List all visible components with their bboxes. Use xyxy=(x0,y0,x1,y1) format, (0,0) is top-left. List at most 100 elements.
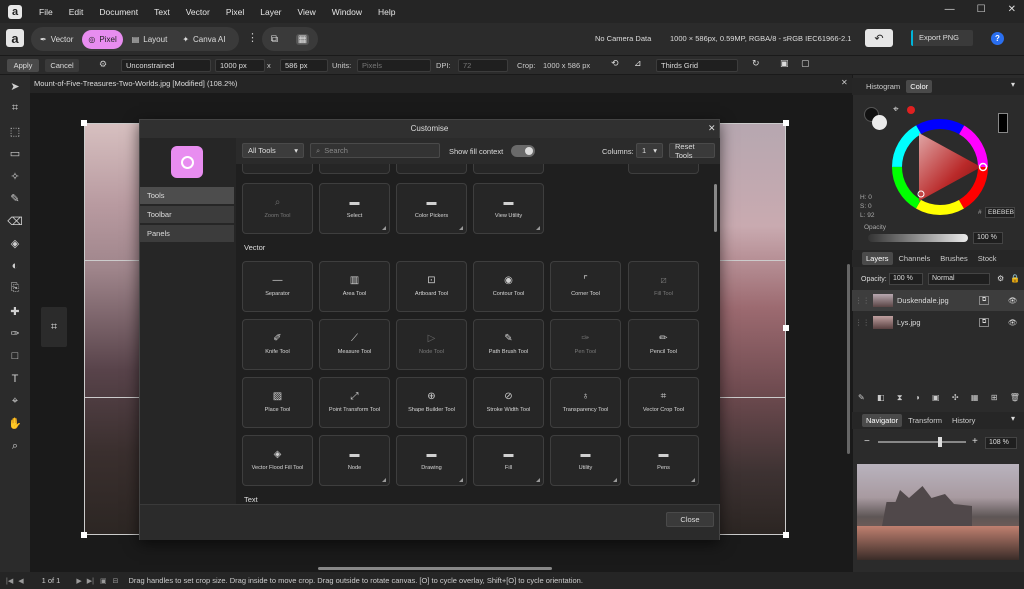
tool-card-select[interactable]: ▬ Select xyxy=(319,183,390,234)
reset-crop-icon[interactable]: ↻ xyxy=(752,58,760,69)
dialog-close-icon[interactable]: ✕ xyxy=(708,123,716,134)
opacity-field[interactable]: 100 % xyxy=(973,232,1003,244)
tool-card[interactable] xyxy=(242,164,313,174)
persona-layout[interactable]: ▤ Layout xyxy=(126,30,174,49)
tab-channels[interactable]: Channels xyxy=(895,252,935,265)
crop-handle[interactable] xyxy=(81,532,87,538)
tool-card-transparency[interactable]: ♁ Transparency Tool xyxy=(550,377,621,428)
grid-icon[interactable]: ▦ xyxy=(295,33,310,45)
rotate-crop-icon[interactable]: ⟲ xyxy=(611,58,619,69)
apply-button[interactable]: Apply xyxy=(7,59,39,72)
units-select[interactable]: Pixels xyxy=(357,59,431,72)
drag-handle-icon[interactable]: ⋮⋮ xyxy=(855,318,870,327)
zoom-out-icon[interactable]: − xyxy=(864,436,870,447)
floating-crop-tool-icon[interactable]: ⌗ xyxy=(41,307,67,347)
close-button[interactable]: Close xyxy=(666,512,714,527)
next-page-icon[interactable]: ▶ xyxy=(76,577,81,585)
tab-transform[interactable]: Transform xyxy=(904,414,946,427)
navigator-menu-icon[interactable]: ▾ xyxy=(1011,414,1015,423)
snapping-icon[interactable]: ⧉ xyxy=(271,34,278,45)
delete-layer-icon[interactable]: 🗑 xyxy=(1010,393,1020,405)
tool-card-fill[interactable]: ⧄ Fill Tool xyxy=(628,261,699,312)
crop-mode-select[interactable]: Unconstrained xyxy=(121,59,211,72)
crop-settings-icon[interactable]: ⚙ xyxy=(99,59,107,70)
layer-opacity-field[interactable]: 100 % xyxy=(889,273,923,285)
sidebar-item-tools[interactable]: Tools xyxy=(140,187,234,204)
menu-file[interactable]: File xyxy=(31,7,61,17)
layer-mask-icon[interactable]: ⧉ xyxy=(979,296,990,305)
persona-canva-ai[interactable]: ✦ Canva AI xyxy=(176,30,231,49)
drag-handle-icon[interactable]: ⋮⋮ xyxy=(855,296,870,305)
tool-card[interactable] xyxy=(628,164,699,174)
brush-tool-icon[interactable]: ✎ xyxy=(0,188,30,211)
tool-card-vector-crop[interactable]: ⌗ Vector Crop Tool xyxy=(628,377,699,428)
noise-swatch[interactable] xyxy=(907,106,915,114)
horizontal-scrollbar[interactable] xyxy=(318,567,552,570)
tool-card-node-group[interactable]: ▬ Node xyxy=(319,435,390,486)
tab-stock[interactable]: Stock xyxy=(974,252,1001,265)
close-window-icon[interactable]: ✕ xyxy=(1008,4,1016,15)
lock-icon[interactable]: 🔒 xyxy=(1010,274,1020,283)
zoom-tool-icon[interactable]: ⌕ xyxy=(0,435,30,458)
overlay-select[interactable]: Thirds Grid xyxy=(656,59,738,72)
add-layer-icon[interactable]: ⊞ xyxy=(991,393,998,405)
tool-card-utility[interactable]: ▬ Utility xyxy=(550,435,621,486)
close-document-icon[interactable]: ✕ xyxy=(841,78,848,87)
text-tool-icon[interactable]: T xyxy=(0,368,30,391)
mask-icon[interactable]: ◑ xyxy=(915,393,920,405)
tool-card-corner[interactable]: ⌜ Corner Tool xyxy=(550,261,621,312)
menu-vector[interactable]: Vector xyxy=(178,7,218,17)
crop-handle[interactable] xyxy=(783,325,789,331)
visibility-eye-icon[interactable]: 👁 xyxy=(1008,318,1018,327)
crop-handle[interactable] xyxy=(783,120,789,126)
tab-color[interactable]: Color xyxy=(906,80,933,93)
search-input[interactable]: ⌕ Search xyxy=(310,143,440,158)
hex-field[interactable]: EBEBEB xyxy=(985,207,1015,218)
tool-card-shape-builder[interactable]: ⊕ Shape Builder Tool xyxy=(396,377,467,428)
page-settings-icon[interactable]: ⊟ xyxy=(113,577,119,585)
vertical-scrollbar[interactable] xyxy=(847,264,850,454)
opacity-slider[interactable] xyxy=(868,234,968,242)
menu-view[interactable]: View xyxy=(290,7,324,17)
group-icon[interactable]: ▣ xyxy=(932,393,940,405)
more-icon[interactable]: ⋮ xyxy=(247,31,258,44)
tool-card-fill-group[interactable]: ▬ Fill xyxy=(473,435,544,486)
zoom-field[interactable]: 108 % xyxy=(985,437,1017,449)
tool-card-contour[interactable]: ◉ Contour Tool xyxy=(473,261,544,312)
menu-layer[interactable]: Layer xyxy=(252,7,289,17)
fill-tool-icon[interactable]: ◈ xyxy=(0,233,30,256)
straighten-icon[interactable]: ⊿ xyxy=(634,58,642,69)
menu-pixel[interactable]: Pixel xyxy=(218,7,252,17)
minimize-icon[interactable]: — xyxy=(945,4,955,15)
document-tab[interactable]: Mount-of-Five-Treasures-Two-Worlds.jpg [… xyxy=(30,75,852,93)
tool-card-measure[interactable]: ⟋ Measure Tool xyxy=(319,319,390,370)
pen-tool-icon[interactable]: ✑ xyxy=(0,323,30,346)
sidebar-item-panels[interactable]: Panels xyxy=(140,225,234,242)
layer-mask-icon[interactable]: ⧉ xyxy=(979,318,990,327)
shape-tool-icon[interactable]: □ xyxy=(0,345,30,368)
tool-card-color-pickers[interactable]: ▬ Color Pickers xyxy=(396,183,467,234)
tool-card-area[interactable]: ▥ Area Tool xyxy=(319,261,390,312)
selection-tool-icon[interactable]: ⬚ xyxy=(0,120,30,143)
undo-button[interactable]: ↶ xyxy=(865,29,893,47)
panel-menu-icon[interactable]: ▾ xyxy=(1011,80,1015,89)
page-options-icon[interactable]: ▣ xyxy=(100,577,107,585)
tab-brushes[interactable]: Brushes xyxy=(936,252,972,265)
crop-option2-icon[interactable]: ▢ xyxy=(801,58,810,69)
erase-tool-icon[interactable]: ⌫ xyxy=(0,210,30,233)
tool-card[interactable] xyxy=(396,164,467,174)
hand-tool-icon[interactable]: ✋ xyxy=(0,413,30,436)
maximize-icon[interactable]: ☐ xyxy=(977,4,986,15)
marquee-tool-icon[interactable]: ▭ xyxy=(0,143,30,166)
columns-select[interactable]: 1 ▾ xyxy=(636,143,663,158)
menu-help[interactable]: Help xyxy=(370,7,403,17)
tool-card-drawing[interactable]: ▬ Drawing xyxy=(396,435,467,486)
tool-card-pencil[interactable]: ✏ Pencil Tool xyxy=(628,319,699,370)
tool-card[interactable] xyxy=(473,164,544,174)
crop-tool-icon[interactable]: ⌗ xyxy=(0,98,30,121)
crop-height-field[interactable]: 586 px xyxy=(280,59,328,72)
filter-icon[interactable]: ⧗ xyxy=(897,393,903,405)
app-menu-icon[interactable]: a xyxy=(6,29,24,47)
tool-card-pens[interactable]: ▬ Pens xyxy=(628,435,699,486)
crop-handle[interactable] xyxy=(783,532,789,538)
